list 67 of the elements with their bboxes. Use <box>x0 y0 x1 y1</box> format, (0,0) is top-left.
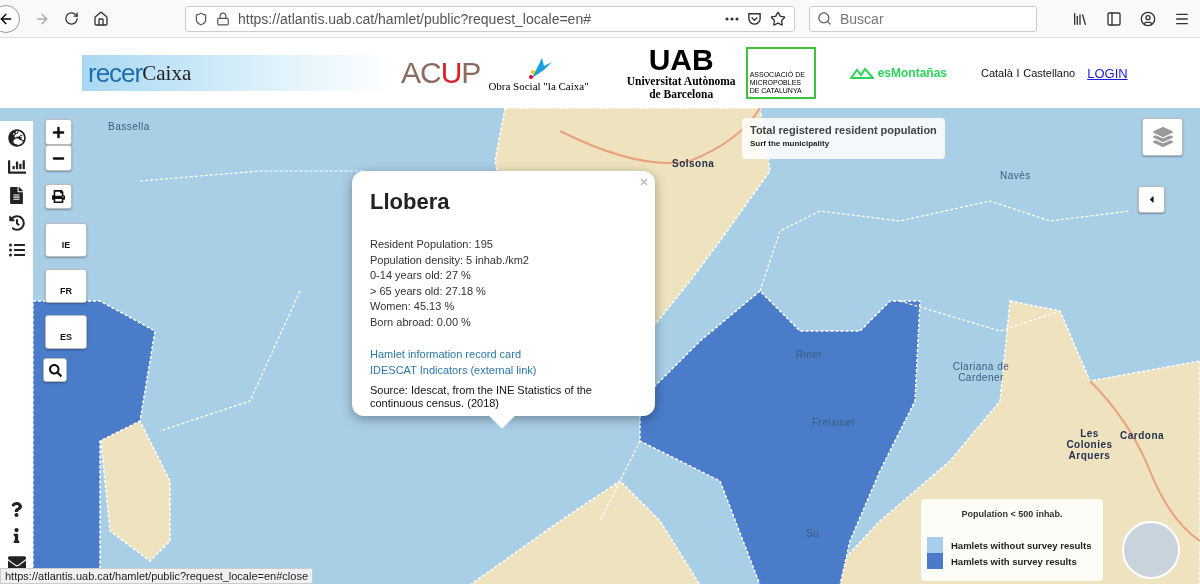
login-link[interactable]: LOGIN <box>1087 65 1128 81</box>
star-icon[interactable] <box>770 10 786 27</box>
place-label: Riner <box>796 349 823 360</box>
place-label: Cardona <box>1120 430 1165 441</box>
stat-text: > 65 years old: 27.18 % <box>370 283 487 299</box>
language-button[interactable]: ES <box>45 315 87 349</box>
uab-logo: UAB <box>648 45 714 75</box>
source-text: Source: Idescat, from the INE Statistics of the continuous census. (2018) <box>370 384 593 410</box>
popup-link[interactable]: IDESCAT Indicators (external link) <box>370 362 537 378</box>
place-label: Navès <box>1000 170 1031 181</box>
place-label: Clariana de Cardener <box>951 361 1011 383</box>
info-subtitle: Surf the municipality <box>750 139 831 148</box>
printer-icon <box>52 190 65 203</box>
bar-chart-icon[interactable] <box>7 158 26 176</box>
place-label: Solsona <box>672 158 715 169</box>
stat-text: 0-14 years old: 27 % <box>370 268 472 283</box>
zoom-out-button[interactable] <box>45 145 72 171</box>
help-icon[interactable] <box>9 502 24 517</box>
esmontanas-logo: esMontañas <box>849 66 947 80</box>
document-icon[interactable] <box>8 187 25 204</box>
list-icon[interactable] <box>8 242 25 258</box>
sidebar-icon[interactable] <box>1106 10 1122 27</box>
back-button[interactable] <box>0 4 20 33</box>
legend-label: Hamlets with survey results <box>951 555 1077 567</box>
globe-icon[interactable] <box>7 129 26 147</box>
search-field[interactable]: Buscar <box>809 5 1037 32</box>
layers-button[interactable] <box>1142 118 1183 156</box>
info-title: Total registered resident population <box>750 124 937 136</box>
language-button[interactable]: IE <box>45 223 87 257</box>
history-icon[interactable] <box>8 215 25 231</box>
stat-text: Born abroad: 0.00 % <box>370 314 472 330</box>
layers-icon <box>1152 127 1173 147</box>
popup-link[interactable]: Hamlet information record card <box>370 346 521 362</box>
address-bar[interactable]: https://atlantis.uab.cat/hamlet/public?request_locale=en# <box>185 5 795 32</box>
pocket-icon[interactable] <box>747 11 762 26</box>
library-icon[interactable] <box>1072 10 1088 27</box>
language-link[interactable]: Castellano <box>1023 67 1076 79</box>
legend-label: Hamlets without survey results <box>951 539 1092 551</box>
legend-title: Population < 500 inhab. <box>960 509 1064 519</box>
plus-icon <box>52 125 65 139</box>
more-icon[interactable] <box>725 16 739 21</box>
place-label: Les Colonies Arquers <box>1065 428 1114 461</box>
place-label: Bassella <box>108 121 150 132</box>
reload-button[interactable] <box>64 11 79 26</box>
lock-icon <box>216 11 230 26</box>
place-label: Freixinet <box>812 417 855 428</box>
stat-text: Resident Population: 195 <box>370 237 494 252</box>
university-name: de Barcelona <box>649 88 714 101</box>
university-name: Universitat Autònoma <box>626 75 736 88</box>
home-button[interactable] <box>93 10 109 27</box>
obra-social-logo-text: Obra Social "la Caixa" <box>488 80 589 92</box>
stat-text: Population density: 5 inhab./km2 <box>370 252 530 268</box>
print-button[interactable] <box>45 184 72 209</box>
search-icon <box>48 363 62 377</box>
place-label: Su <box>806 528 820 539</box>
search-button[interactable] <box>43 358 67 382</box>
search-icon <box>817 10 832 26</box>
status-url: https://atlantis.uab.cat/hamlet/public?request_locale=en#close <box>0 568 313 584</box>
popup-title: Llobera <box>370 189 451 215</box>
stat-text: Women: 45.13 % <box>370 299 456 314</box>
separator-text: l <box>1016 67 1020 79</box>
acup-logo: ACUP <box>401 56 481 90</box>
language-link[interactable]: Català <box>981 67 1013 79</box>
language-button[interactable]: FR <box>45 269 87 303</box>
account-icon[interactable] <box>1140 10 1156 27</box>
zoom-in-button[interactable] <box>45 119 72 145</box>
shield-icon <box>194 11 208 26</box>
